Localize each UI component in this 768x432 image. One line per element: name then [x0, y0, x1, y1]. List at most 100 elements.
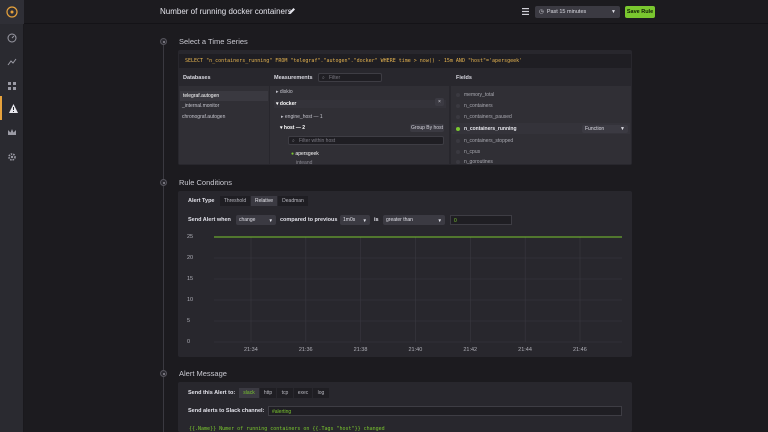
x-tick-label: 21:38 — [353, 347, 368, 353]
page-title[interactable]: Number of running docker containers — [160, 7, 292, 16]
x-tick-label: 21:40 — [408, 347, 423, 353]
remove-measurement-button[interactable]: × — [435, 98, 444, 106]
databases-header: Databases — [183, 75, 211, 81]
sidebar-item-hosts[interactable] — [0, 74, 24, 98]
group-by-host-button[interactable]: Group By host — [410, 124, 444, 132]
y-tick-label: 15 — [187, 275, 194, 282]
y-tick-label: 0 — [187, 338, 191, 345]
page-header: Number of running docker containers ◷ Pa… — [24, 0, 768, 24]
service-log[interactable]: log — [313, 388, 329, 398]
slack-channel-input[interactable]: #alerting — [268, 406, 622, 416]
database-item[interactable]: chronograf.autogen — [182, 114, 225, 120]
tag-key-item-host[interactable]: ▾ host — 2 — [280, 125, 305, 131]
field-item[interactable]: n_cpus — [464, 149, 480, 155]
tab-threshold[interactable]: Threshold — [220, 196, 250, 206]
service-slack[interactable]: slack — [239, 388, 259, 398]
tab-deadman[interactable]: Deadman — [278, 196, 308, 206]
sidebar-item-settings[interactable] — [0, 145, 24, 169]
database-item[interactable]: telegraf.autogen — [180, 91, 268, 101]
host-item[interactable]: inteand — [296, 160, 312, 166]
y-tick-label: 20 — [187, 254, 194, 261]
send-alert-when-label: Send Alert when — [188, 217, 231, 223]
crown-icon — [8, 129, 16, 135]
x-tick-label: 21:36 — [298, 347, 313, 353]
service-http[interactable]: http — [260, 388, 276, 398]
x-tick-label: 21:44 — [518, 347, 532, 353]
alert-message-text[interactable]: {{.Name}} Numer of running containers on… — [189, 426, 385, 432]
list-view-icon[interactable] — [522, 8, 529, 15]
tag-key-item[interactable]: ▸ engine_host — 1 — [281, 114, 323, 120]
field-item[interactable]: n_goroutines — [464, 159, 493, 165]
tab-relative[interactable]: Relative — [251, 196, 277, 206]
clock-icon: ◷ — [539, 9, 544, 15]
period-dropdown[interactable]: 1m0s ▼ — [340, 215, 370, 225]
time-range-value: Past 15 minutes — [546, 9, 587, 15]
sidebar — [0, 0, 24, 432]
sidebar-item-alerts[interactable] — [0, 96, 24, 120]
slack-channel-label: Send alerts to Slack channel: — [188, 408, 265, 414]
field-item[interactable]: n_containers_stopped — [464, 138, 513, 144]
caret-down-icon: ▼ — [620, 126, 625, 132]
field-check[interactable] — [456, 115, 460, 119]
sidebar-item-admin[interactable] — [0, 120, 24, 144]
service-tcp[interactable]: tcp — [277, 388, 293, 398]
service-exec[interactable]: exec — [294, 388, 312, 398]
field-item-selected[interactable]: n_containers_running — [464, 126, 517, 132]
operator-dropdown[interactable]: greater than ▼ — [383, 215, 445, 225]
logo[interactable] — [0, 0, 24, 24]
dashboard-icon — [7, 33, 17, 43]
gear-icon — [8, 153, 16, 161]
section-title-alert-message: Alert Message — [179, 369, 227, 378]
function-dropdown[interactable]: Function ▼ — [582, 125, 628, 133]
alert-icon — [8, 103, 18, 113]
caret-down-icon: ▼ — [611, 9, 616, 15]
field-check[interactable] — [456, 93, 460, 97]
timeline-dot-icon — [160, 179, 167, 186]
measurement-filter-input[interactable]: ⌕ Filter — [318, 73, 382, 82]
fields-header: Fields — [456, 75, 472, 81]
host-item-selected[interactable]: ● apersgeek — [291, 151, 319, 157]
x-tick-label: 21:34 — [244, 347, 258, 353]
measurements-header: Measurements — [274, 75, 313, 81]
search-icon: ⌕ — [322, 75, 325, 81]
field-check-selected[interactable] — [456, 127, 460, 131]
x-tick-label: 21:42 — [463, 347, 478, 353]
caret-down-icon: ▼ — [437, 217, 442, 223]
y-tick-label: 10 — [187, 296, 194, 303]
field-check[interactable] — [456, 104, 460, 108]
y-tick-label: 25 — [187, 233, 194, 240]
search-icon: ⌕ — [292, 138, 295, 144]
field-item[interactable]: memory_total — [464, 92, 494, 98]
query-editor[interactable]: SELECT "n_containers_running" FROM "tele… — [179, 54, 631, 68]
field-check[interactable] — [456, 160, 460, 164]
save-rule-button[interactable]: Save Rule — [625, 6, 655, 18]
change-dropdown[interactable]: change ▼ — [236, 215, 276, 225]
measurement-item-selected[interactable]: ▾ docker — [274, 100, 446, 108]
logo-icon — [6, 6, 18, 18]
sidebar-item-graphs[interactable] — [0, 50, 24, 74]
caret-down-icon: ▼ — [268, 217, 273, 223]
database-item[interactable]: _internal.monitor — [182, 103, 219, 109]
sidebar-item-dashboard[interactable] — [0, 26, 24, 50]
measurement-item[interactable]: ▸ diskio — [276, 89, 293, 95]
is-label: is — [374, 217, 379, 223]
threshold-input[interactable]: 0 — [450, 215, 512, 225]
graph-icon — [7, 58, 17, 66]
field-check[interactable] — [456, 150, 460, 154]
section-title-rule-conditions: Rule Conditions — [179, 178, 232, 187]
compared-to-label: compared to previous — [280, 217, 338, 223]
send-to-label: Send this Alert to: — [188, 390, 236, 396]
y-tick-label: 5 — [187, 317, 191, 324]
alert-type-label: Alert Type — [188, 198, 215, 204]
pencil-icon[interactable] — [288, 7, 296, 15]
field-item[interactable]: n_containers_paused — [464, 114, 512, 120]
field-item[interactable]: n_containers — [464, 103, 493, 109]
timeline-dot-icon — [160, 38, 167, 45]
timeline-dot-icon — [160, 370, 167, 377]
section-title-time-series: Select a Time Series — [179, 37, 248, 46]
time-range-dropdown[interactable]: ◷ Past 15 minutes ▼ — [535, 6, 620, 18]
caret-down-icon: ▼ — [362, 217, 367, 223]
host-filter-input[interactable]: ⌕ Filter within host — [288, 136, 444, 145]
field-check[interactable] — [456, 139, 460, 143]
hosts-icon — [8, 82, 16, 90]
